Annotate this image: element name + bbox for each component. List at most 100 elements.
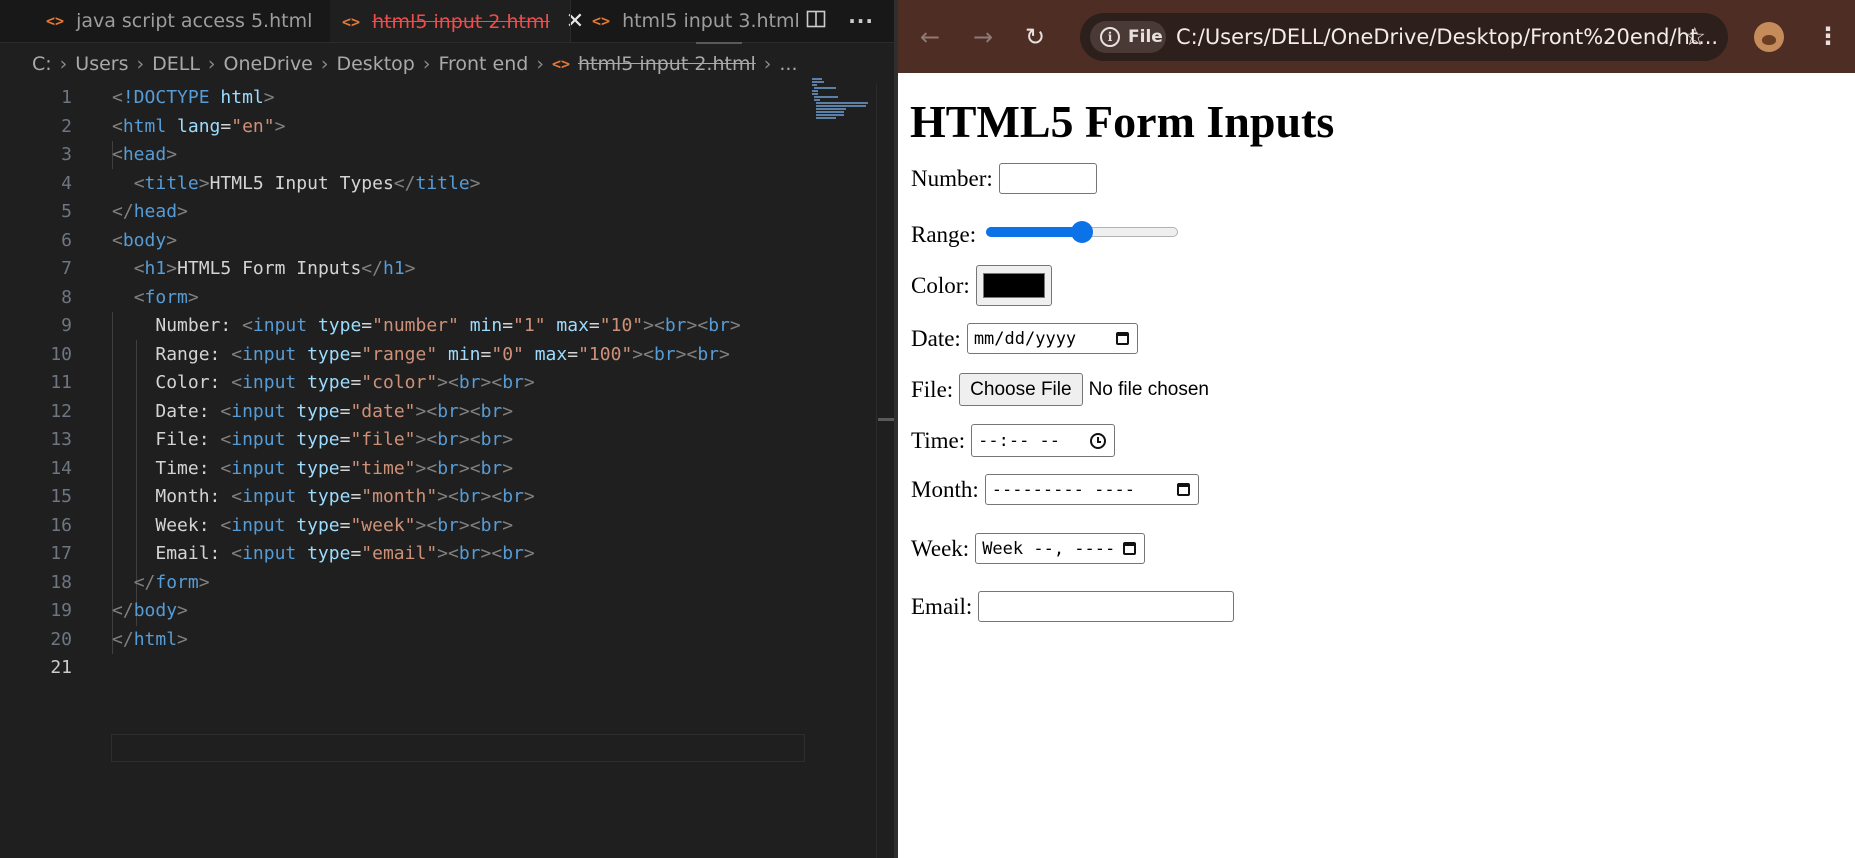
- code-token: input: [242, 486, 297, 507]
- clock-icon[interactable]: [1090, 432, 1107, 449]
- email-input[interactable]: [978, 591, 1235, 622]
- code-line: 17 Email: <input type="email"><br><br>: [0, 540, 806, 569]
- code-token: br: [437, 400, 459, 422]
- code-token: br: [708, 315, 730, 336]
- tab-java-script-access-5[interactable]: <> java script access 5.html ✕: [26, 0, 347, 42]
- line-number: 12: [50, 400, 72, 422]
- editor-actions: ···: [806, 0, 874, 42]
- profile-avatar[interactable]: [1754, 22, 1784, 52]
- line-number: 16: [50, 514, 72, 536]
- date-placeholder: mm/dd/yyyy: [973, 328, 1077, 349]
- code-token: input: [231, 457, 286, 479]
- line-number: 1: [61, 87, 72, 108]
- code-token: "date": [350, 400, 416, 422]
- line-number: 11: [50, 372, 72, 393]
- bookmark-star-icon[interactable]: ☆: [1684, 21, 1706, 53]
- code-token: h1: [382, 258, 405, 279]
- line-number: 20: [50, 628, 72, 650]
- breadcrumb-item[interactable]: Desktop: [336, 53, 414, 75]
- code-token: type: [307, 343, 351, 365]
- tab-label: html5 input 2.html: [372, 10, 550, 33]
- tab-html5-input-2[interactable]: <> html5 input 2.html ✕: [330, 0, 584, 42]
- code-line: 3 <head>: [0, 141, 806, 170]
- browser-window: ← → ↻ i File C:/Users/DELL/OneDrive/Desk…: [898, 0, 1855, 858]
- url-text[interactable]: C:/Users/DELL/OneDrive/Desktop/Front%20e…: [1176, 13, 1718, 61]
- reload-icon[interactable]: ↻: [1020, 22, 1050, 52]
- date-row: Date: mm/dd/yyyy: [911, 323, 1138, 354]
- breadcrumb-ellipsis[interactable]: ...: [779, 53, 797, 75]
- more-actions-icon[interactable]: ···: [848, 9, 874, 33]
- editor-scrollbar[interactable]: [876, 84, 895, 858]
- breadcrumb-item[interactable]: C:: [32, 53, 52, 75]
- file-label: File:: [911, 376, 954, 402]
- code-token: br: [437, 514, 459, 536]
- time-input[interactable]: --:-- --: [971, 424, 1116, 457]
- browser-menu-icon[interactable]: ⋮: [1816, 20, 1840, 52]
- code-line: 19 </body>: [0, 597, 806, 626]
- code-line: 6 <body>: [0, 227, 806, 256]
- tab-label: html5 input 3.html: [622, 10, 800, 32]
- line-number: 17: [50, 543, 72, 564]
- color-picker[interactable]: [975, 265, 1052, 306]
- code-token: max: [534, 343, 568, 365]
- range-slider[interactable]: [986, 221, 1179, 243]
- html-file-icon: <>: [592, 12, 611, 30]
- code-token: "0": [491, 343, 524, 365]
- breadcrumb-item[interactable]: DELL: [152, 53, 200, 75]
- code-token: br: [480, 400, 503, 422]
- code-token: "time": [350, 457, 416, 479]
- code-editor: <> java script access 5.html ✕ <> html5 …: [0, 0, 895, 858]
- line-number: 6: [61, 229, 72, 251]
- breadcrumb-item[interactable]: Front end: [438, 53, 528, 75]
- calendar-icon[interactable]: [1123, 542, 1137, 555]
- code-token: HTML5 Input Types: [209, 172, 394, 194]
- line-number: 7: [61, 258, 72, 279]
- code-token: br: [502, 372, 524, 393]
- code-token: input: [252, 315, 308, 336]
- code-line: 15 Month: <input type="month"><br><br>: [0, 483, 806, 512]
- breadcrumb-item[interactable]: Users: [75, 53, 128, 75]
- range-thumb[interactable]: [1071, 221, 1094, 243]
- calendar-icon[interactable]: [1115, 332, 1129, 345]
- choose-file-button[interactable]: Choose File: [959, 373, 1083, 406]
- code-token: Email:: [155, 543, 232, 564]
- code-token: Month:: [155, 486, 232, 507]
- code-token: title: [415, 172, 470, 194]
- date-input[interactable]: mm/dd/yyyy: [966, 323, 1138, 354]
- email-row: Email:: [911, 591, 1235, 622]
- month-input[interactable]: --------- ----: [984, 474, 1199, 505]
- number-input[interactable]: [998, 163, 1097, 194]
- code-line: 16 Week: <input type="week"><br><br>: [0, 512, 806, 541]
- code-line: 14 Time: <input type="time"><br><br>: [0, 455, 806, 484]
- code-token: html: [122, 115, 167, 137]
- code-token: "month": [361, 486, 438, 507]
- code-token: type: [307, 372, 351, 393]
- code-area[interactable]: 1 <!DOCTYPE html> 2 <html lang="en"> 3 <hea…: [0, 84, 806, 762]
- code-line: 10 Range: <input type="range" min="0" ma…: [0, 341, 806, 370]
- file-row: File: Choose File No file chosen: [911, 373, 1209, 406]
- minimap[interactable]: [812, 78, 874, 120]
- breadcrumb-file[interactable]: html5 input 2.html: [578, 53, 756, 75]
- week-input[interactable]: Week --, ----: [975, 533, 1146, 564]
- info-icon: i: [1100, 27, 1120, 47]
- back-arrow-icon[interactable]: ←: [915, 22, 945, 52]
- code-token: br: [653, 343, 676, 365]
- site-info-chip[interactable]: i File: [1090, 21, 1166, 53]
- code-line: 18 </form>: [0, 569, 806, 598]
- code-token: type: [296, 514, 340, 536]
- code-token: br: [458, 486, 481, 507]
- calendar-icon[interactable]: [1176, 483, 1190, 496]
- code-token: type: [307, 486, 351, 507]
- editor-tab-bar: <> java script access 5.html ✕ <> html5 …: [0, 0, 894, 44]
- breadcrumb-item[interactable]: OneDrive: [224, 53, 313, 75]
- forward-arrow-icon[interactable]: →: [968, 22, 998, 52]
- line-number: 2: [61, 115, 72, 137]
- code-line: 4 <title>HTML5 Input Types</title>: [0, 170, 806, 199]
- tab-html5-input-3[interactable]: <> html5 input 3.html: [572, 0, 800, 42]
- week-label: Week:: [911, 535, 970, 561]
- code-line: 9 Number: <input type="number" min="1" m…: [0, 312, 806, 341]
- code-token: min: [448, 343, 481, 365]
- address-bar[interactable]: i File C:/Users/DELL/OneDrive/Desktop/Fr…: [1080, 13, 1728, 61]
- code-token: br: [664, 315, 687, 336]
- split-editor-icon[interactable]: [806, 9, 826, 34]
